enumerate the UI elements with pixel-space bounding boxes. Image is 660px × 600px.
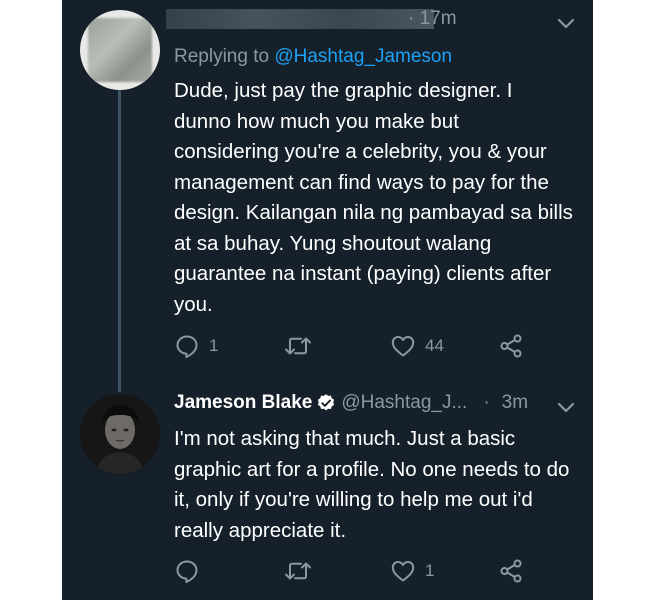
avatar-jameson-blake[interactable] [80, 394, 160, 474]
author-handle[interactable]: @Hashtag_J... [341, 392, 467, 414]
tweet-body: Dude, just pay the graphic designer. I d… [174, 79, 573, 316]
like-count: 1 [425, 561, 435, 580]
share-icon [500, 559, 522, 583]
share-icon [500, 334, 522, 358]
retweet-icon [285, 337, 311, 355]
like-count: 44 [425, 336, 444, 355]
tweet-author-row: Jameson Blake @Hashtag_J... · 3m [174, 392, 528, 414]
replying-to-label: Replying to [174, 46, 275, 67]
retweet-button[interactable] [284, 558, 321, 584]
tweet-timestamp[interactable]: · 17m [408, 8, 457, 30]
tweet-thread: · 17m Replying to @Hashtag_Jameson Dude,… [62, 0, 593, 600]
heart-icon [391, 561, 415, 582]
heart-icon [391, 336, 415, 357]
author-name[interactable]: Jameson Blake [174, 392, 312, 414]
share-button[interactable] [498, 333, 524, 359]
avatar-redacted[interactable] [80, 10, 160, 90]
separator-dot: · [483, 392, 490, 413]
tweet-body: I'm not asking that much. Just a basic g… [174, 427, 570, 542]
thread-connector-line [118, 88, 121, 392]
chevron-down-icon[interactable] [556, 400, 576, 414]
retweet-button[interactable] [284, 333, 321, 359]
tweet-timestamp[interactable]: 3m [502, 392, 528, 414]
profile-photo [80, 394, 160, 474]
retweet-icon [285, 562, 311, 580]
share-button[interactable] [498, 558, 524, 584]
reply-button[interactable]: 1 [174, 333, 218, 359]
replying-to-handle-link[interactable]: @Hashtag_Jameson [274, 46, 452, 67]
reply-button[interactable] [174, 558, 209, 584]
reply-icon [176, 560, 198, 583]
like-button[interactable]: 1 [390, 558, 434, 584]
verified-badge-icon [318, 394, 335, 411]
like-button[interactable]: 44 [390, 333, 444, 359]
tweet-actions: 1 [174, 558, 534, 586]
reply-icon [176, 335, 198, 358]
chevron-down-icon[interactable] [556, 16, 576, 30]
redacted-username [166, 9, 434, 29]
tweet-actions: 1 44 [174, 333, 534, 361]
replying-to: Replying to @Hashtag_Jameson [174, 46, 452, 68]
reply-count: 1 [209, 336, 219, 355]
avatar-blurred-image [88, 18, 152, 82]
